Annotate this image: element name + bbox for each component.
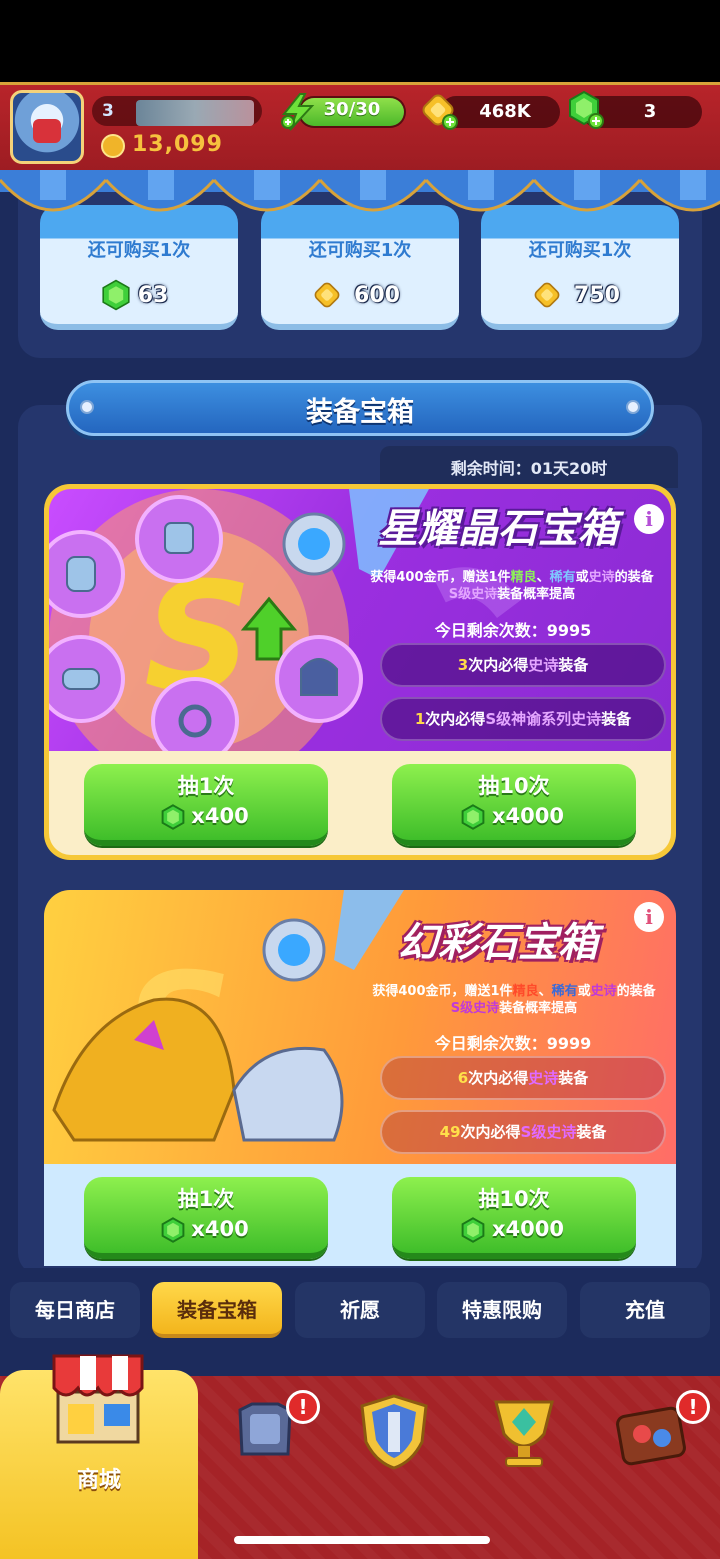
guarantee-epic: 6次内必得史诗装备 [380, 1056, 666, 1100]
info-icon[interactable]: i [634, 504, 664, 534]
player-name-blurred [136, 100, 254, 126]
gold-coin-icon [534, 282, 560, 308]
nav-shop-label: 商城 [76, 1468, 121, 1493]
rank-icon [101, 134, 125, 158]
nav-item-equipment[interactable] [356, 1392, 432, 1472]
remaining-draws: 今日剩余次数：9999 [434, 1034, 592, 1053]
notification-badge: ! [286, 1390, 320, 1424]
chest-description: 获得400金币，赠送1件精良、稀有或史诗的装备 S级史诗装备概率提高 [372, 984, 656, 1016]
green-gem-icon [102, 279, 130, 311]
tab-recharge[interactable]: 充值 [580, 1282, 710, 1338]
avatar-face-icon [33, 119, 61, 143]
chest-title: 幻彩石宝箱 [398, 920, 598, 966]
draw-once-button[interactable]: 抽1次 x400 [84, 764, 328, 846]
remaining-time: 剩余时间：01天20时 [450, 459, 608, 478]
gem-value: 3 [643, 101, 657, 122]
section-title: 装备宝箱 [306, 397, 414, 428]
guarantee-epic: 3次内必得史诗装备 [380, 643, 666, 687]
player-avatar[interactable] [10, 90, 84, 164]
status-bar [0, 0, 720, 82]
item-price: 600 [261, 282, 459, 308]
guarantee-s-epic: 1次内必得S级神谕系列史诗装备 [380, 697, 666, 741]
draw-once-button[interactable]: 抽1次 x400 [84, 1177, 328, 1259]
shop-icon [52, 1354, 144, 1444]
guarantee-s-epic: 49次内必得S级史诗装备 [380, 1110, 666, 1154]
purchase-limit-label: 还可购买1次 [308, 240, 412, 261]
nav-item-trophy[interactable] [488, 1394, 560, 1470]
home-indicator [234, 1536, 490, 1544]
shop-awning [0, 170, 720, 212]
chest-description: 获得400金币，赠送1件精良、稀有或史诗的装备 S级史诗装备概率提高 [370, 570, 654, 602]
tab-wish[interactable]: 祈愿 [295, 1282, 425, 1338]
player-level: 3 [102, 101, 114, 121]
energy-value: 30/30 [323, 99, 381, 120]
remaining-draws: 今日剩余次数：9995 [434, 621, 592, 640]
rank-value: 13,099 [132, 132, 223, 157]
info-icon[interactable]: i [634, 902, 664, 932]
gold-coin-icon [314, 282, 340, 308]
tab-daily-shop[interactable]: 每日商店 [10, 1282, 140, 1338]
draw-ten-button[interactable]: 抽10次 x4000 [392, 764, 636, 846]
draw-ten-button[interactable]: 抽10次 x4000 [392, 1177, 636, 1259]
notification-badge: ! [676, 1390, 710, 1424]
gold-coin-icon [422, 94, 458, 130]
purchase-limit-label: 还可购买1次 [87, 240, 191, 261]
purchase-limit-label: 还可购买1次 [528, 240, 632, 261]
tab-special-offers[interactable]: 特惠限购 [437, 1282, 567, 1338]
chest-title: 星耀晶石宝箱 [378, 506, 618, 552]
item-price: 750 [481, 282, 679, 308]
item-price: 63 [40, 279, 238, 311]
gold-value: 468K [479, 101, 531, 122]
tab-equipment-chest[interactable]: 装备宝箱 [152, 1282, 282, 1338]
